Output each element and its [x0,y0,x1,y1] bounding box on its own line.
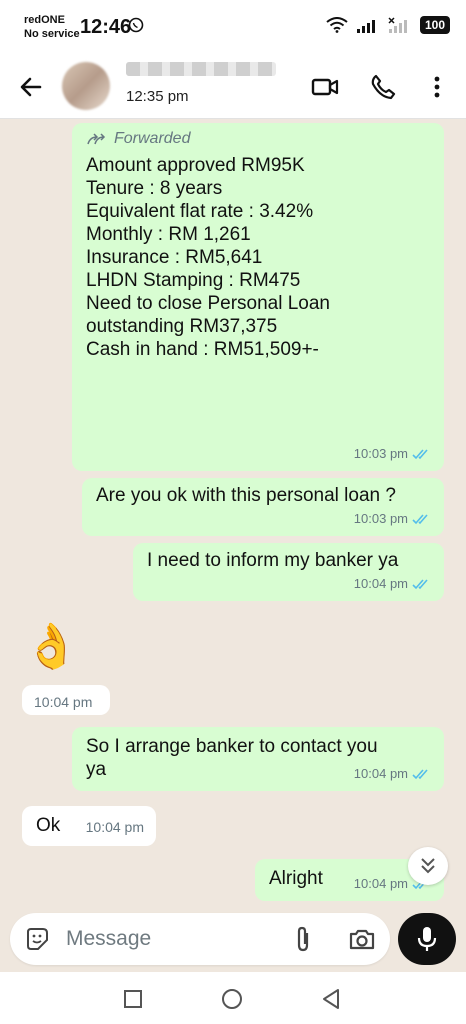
voice-record-button[interactable] [398,913,456,965]
system-navigation-bar [0,972,466,1024]
message-time: 10:03 pm [353,511,408,526]
forwarded-label: Forwarded [86,127,430,150]
carrier-name: redONE [24,14,65,26]
read-ticks-icon [412,578,428,589]
back-arrow-icon[interactable] [16,72,46,102]
network-status: No service [24,28,80,40]
message-time: 10:04 pm [353,876,408,891]
wifi-icon [326,17,348,33]
message-line: Amount approved RM95K [86,155,305,176]
scroll-to-bottom-button[interactable] [408,847,448,885]
double-chevron-down-icon [421,858,435,874]
carrier-info: redONE No service [24,13,80,41]
contact-avatar[interactable] [62,62,110,110]
more-options-icon[interactable] [422,72,452,102]
message-line: Cash in hand : RM51,509+- [86,339,319,360]
message-bubble-forwarded[interactable]: Forwarded Amount approved RM95K Tenure :… [72,123,444,471]
read-ticks-icon [412,448,428,459]
message-placeholder: Message [66,927,152,950]
last-seen: 12:35 pm [126,88,189,105]
message-text: I need to inform my banker ya [147,550,399,571]
message-meta: 10:04 pm [354,572,432,595]
message-line: Insurance : RM5,641 [86,247,263,268]
forwarded-text: Forwarded [114,130,191,147]
battery-indicator: 100 [419,16,450,34]
microphone-icon [417,927,437,951]
signal-no-service-icon [388,17,407,33]
read-ticks-icon [412,513,428,524]
message-meta: 10:03 pm [354,507,432,530]
message-line: So I arrange banker to contact you [86,736,378,757]
attach-paperclip-icon[interactable] [292,925,314,953]
read-ticks-icon [412,768,428,779]
message-time: 10:04 pm [353,766,408,781]
message-bubble[interactable]: So I arrange banker to contact you ya 10… [72,727,444,791]
message-line: outstanding RM37,375 [86,316,278,337]
contact-name-redacted[interactable] [126,62,276,76]
message-line: Tenure : 8 years [86,178,223,199]
chat-messages[interactable]: Forwarded Amount approved RM95K Tenure :… [0,119,466,912]
signal-icon [356,20,375,33]
back-navigation-icon[interactable] [321,988,341,1010]
message-time: 10:04 pm [34,694,93,710]
message-input-bar: Message [0,912,466,972]
forward-arrows-icon [87,132,106,144]
status-icons: 100 [326,16,450,34]
message-bubble-incoming[interactable]: Ok 10:04 pm [22,806,156,846]
message-time: 10:04 pm [85,819,144,835]
emoji-message[interactable]: 👌 [24,619,79,675]
message-text: Ok [36,815,61,836]
recent-apps-icon[interactable] [123,989,143,1009]
home-icon[interactable] [221,988,243,1010]
message-bubble[interactable]: Are you ok with this personal loan ? 10:… [82,478,444,536]
message-input[interactable]: Message [10,913,390,965]
status-time: 12:46 [80,16,132,38]
message-line: Need to close Personal Loan [86,293,330,314]
status-bar: redONE No service 12:46 100 [0,0,466,54]
sticker-icon[interactable] [24,926,50,952]
whatsapp-icon [128,17,144,33]
message-meta: 10:03 pm [354,442,432,465]
message-time-chip: 10:04 pm [22,685,110,715]
message-text: Alright [269,868,323,889]
message-text: Are you ok with this personal loan ? [96,485,396,506]
message-line: Equivalent flat rate : 3.42% [86,201,314,222]
video-call-icon[interactable] [310,72,340,102]
camera-icon[interactable] [348,926,376,952]
message-meta: 10:04 pm [354,762,432,785]
chat-header: 12:35 pm [0,54,466,119]
message-line: LHDN Stamping : RM475 [86,270,301,291]
message-bubble[interactable]: I need to inform my banker ya 10:04 pm [133,543,444,601]
message-line: Monthly : RM 1,261 [86,224,251,245]
message-time: 10:04 pm [353,576,408,591]
ok-hand-emoji: 👌 [24,622,79,671]
message-time: 10:03 pm [353,446,408,461]
phone-call-icon[interactable] [368,72,398,102]
